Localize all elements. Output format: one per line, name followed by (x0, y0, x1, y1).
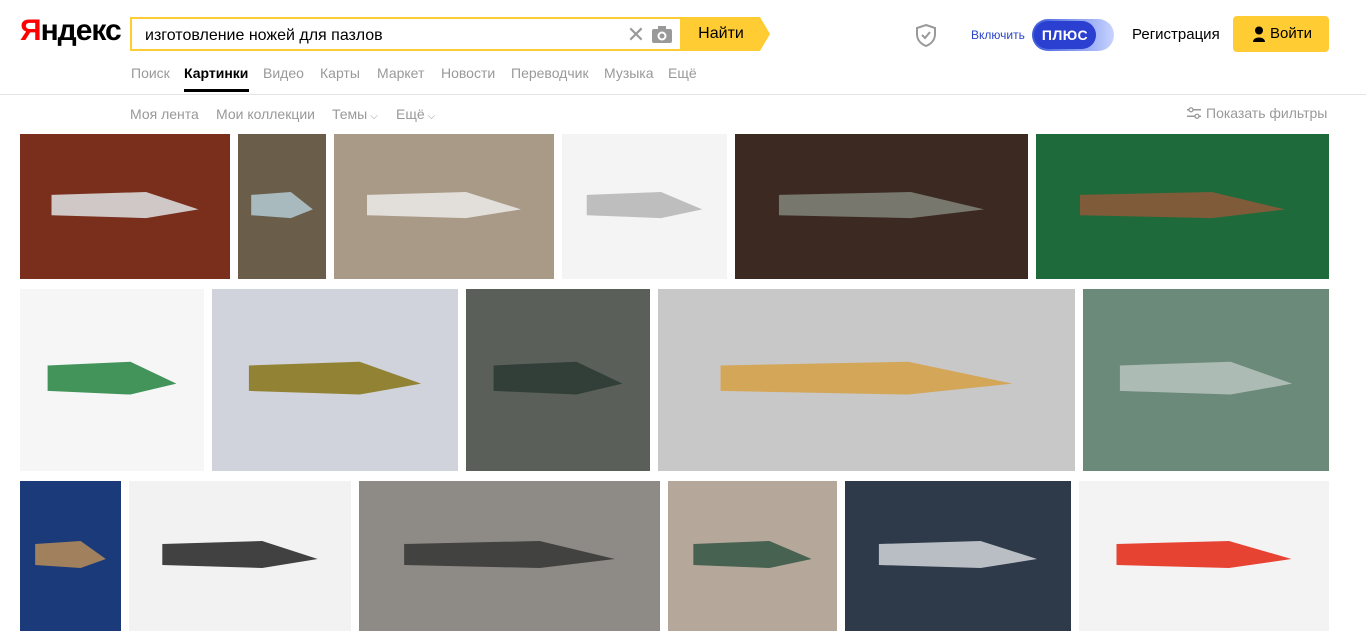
clear-icon[interactable]: ✕ (626, 24, 646, 46)
themes-dropdown[interactable]: Темы ⌵ (332, 106, 378, 122)
image-thumbnail[interactable] (562, 134, 727, 279)
more-label: Ещё (396, 106, 425, 122)
plus-toggle[interactable]: ПЛЮС (1032, 19, 1114, 51)
register-link[interactable]: Регистрация (1132, 26, 1220, 43)
thumbnail-picture (20, 134, 230, 279)
user-icon (1253, 26, 1265, 42)
thumbnail-picture (238, 134, 326, 279)
more-dropdown[interactable]: Ещё ⌵ (396, 106, 435, 122)
logo-y: Я (20, 14, 42, 47)
service-maps[interactable]: Карты (320, 65, 360, 81)
filters-label: Показать фильтры (1206, 105, 1328, 121)
image-thumbnail[interactable] (359, 481, 660, 631)
thumbnail-picture (466, 289, 650, 471)
image-thumbnail[interactable] (20, 289, 204, 471)
image-thumbnail[interactable] (334, 134, 554, 279)
thumbnail-picture (562, 134, 727, 279)
image-thumbnail[interactable] (212, 289, 458, 471)
service-images[interactable]: Картинки (184, 65, 248, 81)
thumbnail-picture (668, 481, 837, 631)
image-thumbnail[interactable] (1083, 289, 1329, 471)
thumbnail-picture (1079, 481, 1329, 631)
thumbnail-picture (20, 481, 121, 631)
image-thumbnail[interactable] (845, 481, 1071, 631)
image-thumbnail[interactable] (658, 289, 1075, 471)
service-market[interactable]: Маркет (377, 65, 424, 81)
camera-icon[interactable] (651, 24, 673, 44)
login-button[interactable]: Войти (1233, 16, 1329, 52)
service-news[interactable]: Новости (441, 65, 495, 81)
image-thumbnail[interactable] (20, 481, 121, 631)
thumbnail-picture (359, 481, 660, 631)
yandex-logo[interactable]: Яндекс (20, 14, 122, 48)
thumbnail-picture (658, 289, 1075, 471)
search-input[interactable] (143, 25, 617, 47)
find-button[interactable]: Найти (680, 17, 770, 51)
service-music[interactable]: Музыка (604, 65, 654, 81)
my-collections-link[interactable]: Мои коллекции (216, 106, 315, 122)
logo-rest: ндекс (40, 14, 122, 47)
image-thumbnail[interactable] (466, 289, 650, 471)
active-service-underline (184, 89, 249, 92)
chevron-down-icon: ⌵ (427, 111, 436, 122)
plus-badge: ПЛЮС (1034, 21, 1096, 49)
shield-icon[interactable] (914, 23, 938, 48)
service-more[interactable]: Ещё (668, 65, 697, 81)
plus-enable-label[interactable]: Включить (971, 28, 1025, 42)
image-thumbnail[interactable] (129, 481, 351, 631)
image-thumbnail[interactable] (20, 134, 230, 279)
chevron-down-icon: ⌵ (370, 111, 378, 122)
thumbnail-picture (1036, 134, 1329, 279)
show-filters-button[interactable]: Показать фильтры (1187, 105, 1327, 121)
search-box (130, 17, 680, 51)
image-thumbnail[interactable] (1079, 481, 1329, 631)
my-feed-link[interactable]: Моя лента (130, 106, 199, 122)
service-translate[interactable]: Переводчик (511, 65, 589, 81)
thumbnail-picture (1083, 289, 1329, 471)
find-button-label: Найти (698, 25, 744, 42)
thumbnail-picture (212, 289, 458, 471)
image-thumbnail[interactable] (1036, 134, 1329, 279)
image-thumbnail[interactable] (238, 134, 326, 279)
thumbnail-picture (20, 289, 204, 471)
service-search[interactable]: Поиск (131, 65, 170, 81)
thumbnail-picture (129, 481, 351, 631)
thumbnail-picture (845, 481, 1071, 631)
themes-label: Темы (332, 106, 368, 122)
filters-icon (1187, 107, 1201, 119)
login-button-label: Войти (1270, 25, 1312, 42)
thumbnail-picture (334, 134, 554, 279)
thumbnail-picture (735, 134, 1028, 279)
service-video[interactable]: Видео (263, 65, 304, 81)
image-thumbnail[interactable] (668, 481, 837, 631)
image-thumbnail[interactable] (735, 134, 1028, 279)
header-divider (0, 94, 1366, 95)
